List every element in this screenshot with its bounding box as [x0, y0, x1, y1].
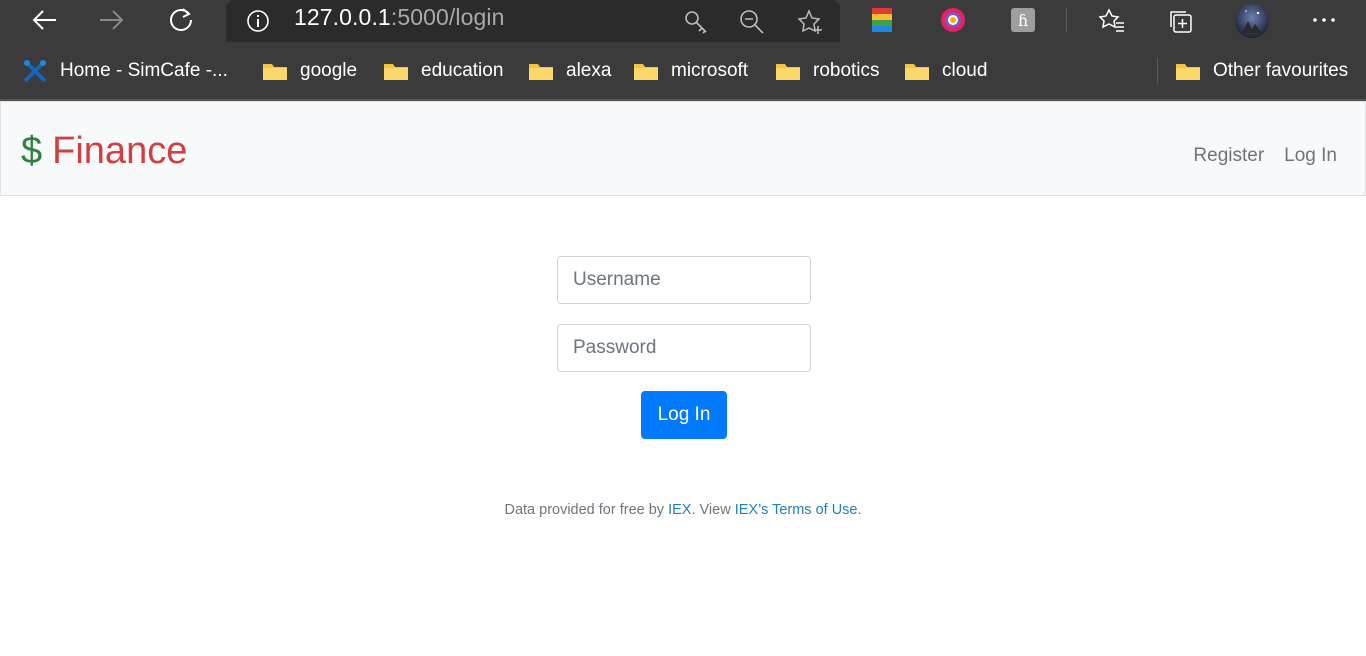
simcafe-icon — [23, 59, 47, 83]
svg-text:ɦ: ɦ — [1018, 11, 1028, 30]
password-input[interactable] — [557, 324, 811, 372]
footer: Data provided for free by IEX. View IEX’… — [0, 502, 1366, 518]
bookmark-label: robotics — [813, 60, 880, 81]
bookmark-label: Home - SimCafe -... — [60, 60, 228, 81]
address-bar[interactable]: 127.0.0.1:5000/login — [226, 0, 840, 42]
star-add-icon[interactable] — [796, 8, 824, 41]
bookmark-simcafe[interactable]: Home - SimCafe -... — [22, 58, 228, 84]
browser-toolbar: 127.0.0.1:5000/login ɦ — [0, 0, 1366, 44]
brand-finance: Finance — [52, 130, 188, 172]
footer-text: . — [857, 502, 862, 518]
extension-icon[interactable] — [870, 7, 894, 38]
more-icon[interactable] — [1310, 6, 1338, 39]
back-icon[interactable] — [26, 4, 62, 36]
bookmark-alexa[interactable]: alexa — [528, 58, 611, 84]
bookmark-education[interactable]: education — [383, 58, 503, 84]
login-button[interactable]: Log In — [641, 391, 727, 439]
bookmark-label: Other favourites — [1213, 60, 1349, 81]
url-text[interactable]: 127.0.0.1:5000/login — [294, 4, 504, 31]
folder-icon — [775, 62, 801, 81]
bookmark-label: education — [421, 60, 504, 81]
brand-logo[interactable]: $ Finance — [21, 129, 187, 173]
zoom-out-icon[interactable] — [738, 8, 766, 41]
bookmark-label: google — [300, 60, 358, 81]
footer-text: Data provided for free by — [504, 502, 669, 518]
extension-icon[interactable]: ɦ — [1010, 7, 1036, 38]
folder-icon — [904, 62, 930, 81]
navbar: $ Finance Register Log In — [0, 101, 1366, 196]
bookmark-robotics[interactable]: robotics — [775, 58, 880, 84]
bookmark-other-favourites[interactable]: Other favourites — [1175, 58, 1348, 84]
favourites-icon[interactable] — [1098, 7, 1126, 40]
bookmark-label: microsoft — [671, 60, 749, 81]
folder-icon — [262, 62, 288, 81]
folder-icon — [633, 62, 659, 81]
bookmark-microsoft[interactable]: microsoft — [633, 58, 748, 84]
footer-text: . View — [691, 502, 735, 518]
brand-dollar: $ — [21, 130, 43, 172]
url-path: :5000/login — [390, 4, 505, 30]
iex-link[interactable]: IEX — [668, 502, 691, 518]
folder-icon — [1175, 62, 1201, 81]
folder-icon — [383, 62, 409, 81]
bookmark-cloud[interactable]: cloud — [904, 58, 987, 84]
info-icon[interactable] — [246, 9, 270, 38]
bookmark-google[interactable]: google — [262, 58, 357, 84]
bookmark-label: alexa — [566, 60, 612, 81]
username-input[interactable] — [557, 256, 811, 304]
key-icon[interactable] — [682, 8, 710, 41]
nav-links: Register Log In — [1193, 145, 1337, 167]
bookmarks-separator — [1157, 58, 1158, 84]
profile-avatar[interactable] — [1234, 3, 1270, 44]
bookmark-label: cloud — [942, 60, 988, 81]
refresh-icon[interactable] — [163, 4, 199, 36]
iex-terms-link[interactable]: IEX’s Terms of Use — [735, 502, 858, 518]
collections-icon[interactable] — [1168, 7, 1196, 40]
login-link[interactable]: Log In — [1284, 145, 1337, 167]
folder-icon — [528, 62, 554, 81]
url-host: 127.0.0.1 — [294, 4, 391, 30]
forward-icon[interactable] — [94, 4, 130, 36]
register-link[interactable]: Register — [1193, 145, 1264, 167]
extension-icon[interactable] — [940, 7, 966, 38]
bookmarks-bar: Home - SimCafe -... google education ale… — [0, 44, 1366, 99]
toolbar-separator — [1066, 8, 1067, 32]
